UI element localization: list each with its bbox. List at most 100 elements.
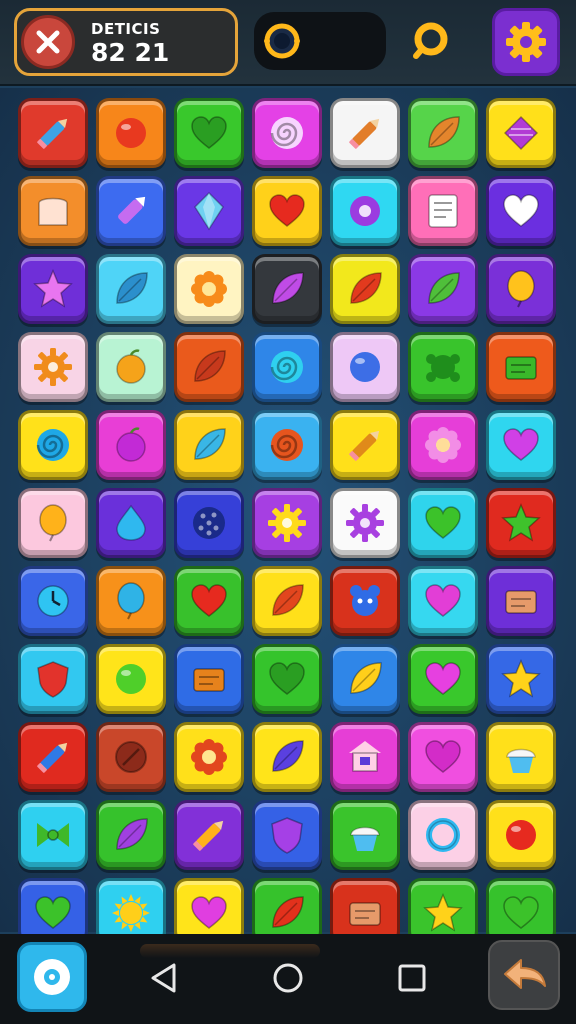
tile-white-pencil[interactable] [330, 98, 400, 168]
tile-yellow-leaf[interactable] [252, 566, 322, 636]
tile-magenta-swirl[interactable] [252, 98, 322, 168]
tile-red-bear[interactable] [330, 566, 400, 636]
star-icon [501, 503, 541, 542]
undo-button[interactable] [488, 940, 560, 1010]
star-icon [501, 659, 541, 698]
tile-cyan-leaf[interactable] [96, 254, 166, 324]
tile-purple-gear[interactable] [252, 488, 322, 558]
settings-button[interactable] [492, 8, 560, 76]
tile-yellow-swirl[interactable] [18, 410, 88, 480]
tile-blue-star[interactable] [486, 644, 556, 714]
balloon-icon [117, 582, 145, 620]
close-button[interactable] [21, 15, 75, 69]
tile-purple-star[interactable] [18, 254, 88, 324]
tile-pink-ring[interactable] [408, 800, 478, 870]
tile-cyan-bow[interactable] [18, 800, 88, 870]
tile-purple-gem[interactable] [174, 176, 244, 246]
tile-yellow-heart[interactable] [252, 176, 322, 246]
tile-yellow-ball[interactable] [486, 800, 556, 870]
tile-red-star[interactable] [486, 488, 556, 558]
home-circle-nav-icon[interactable] [268, 958, 308, 998]
swirl-icon [270, 351, 303, 383]
back-triangle-icon[interactable] [144, 958, 184, 998]
home-app-button[interactable] [17, 942, 87, 1012]
tile-blue-box[interactable] [174, 644, 244, 714]
tile-purple-box[interactable] [486, 566, 556, 636]
swirl-icon [270, 429, 303, 461]
tile-white-gear[interactable] [330, 488, 400, 558]
tile-dark-leaf[interactable] [252, 254, 322, 324]
tile-magenta-heart[interactable] [408, 722, 478, 792]
heart-icon [191, 584, 227, 617]
heart-icon [35, 896, 71, 929]
tile-pink-note[interactable] [408, 176, 478, 246]
recents-square-icon[interactable] [392, 958, 432, 998]
search-ring-icon[interactable] [406, 16, 456, 66]
tile-green-heart[interactable] [408, 644, 478, 714]
tile-green-leaf[interactable] [96, 800, 166, 870]
tile-orange-bread[interactable] [18, 176, 88, 246]
tile-yellow-leaf[interactable] [330, 254, 400, 324]
tile-green-heart[interactable] [174, 98, 244, 168]
tile-cyan-heart[interactable] [486, 410, 556, 480]
crayon-icon [118, 196, 146, 224]
tile-purple-leaf[interactable] [408, 254, 478, 324]
tile-yellow-leaf[interactable] [174, 410, 244, 480]
tile-pink-gear[interactable] [18, 332, 88, 402]
tile-green-splat[interactable] [408, 332, 478, 402]
box-icon [349, 902, 381, 926]
tile-lavender-ball[interactable] [330, 332, 400, 402]
tile-magenta-house[interactable] [330, 722, 400, 792]
flower-icon [191, 271, 227, 307]
tile-cyan-donut[interactable] [330, 176, 400, 246]
leaf-icon [428, 272, 460, 304]
tile-green-heart[interactable] [252, 644, 322, 714]
donut-icon [350, 196, 380, 226]
tile-cyan-heart[interactable] [408, 488, 478, 558]
tile-purple-pencil[interactable] [174, 800, 244, 870]
tile-magenta-flower[interactable] [408, 410, 478, 480]
tile-blue-shield[interactable] [252, 800, 322, 870]
tile-red-pencil[interactable] [18, 722, 88, 792]
heart-icon [269, 662, 305, 695]
tile-yellow-cupcake[interactable] [486, 722, 556, 792]
tile-pink-balloon[interactable] [18, 488, 88, 558]
tile-yellow-leaf[interactable] [252, 722, 322, 792]
tile-purple-drop[interactable] [96, 488, 166, 558]
tile-yellow-ball[interactable] [96, 644, 166, 714]
tile-blue-clock[interactable] [18, 566, 88, 636]
tile-green-cupcake[interactable] [330, 800, 400, 870]
tile-purple-balloon[interactable] [486, 254, 556, 324]
tile-purple-cookie[interactable] [174, 488, 244, 558]
tile-blue-leaf[interactable] [330, 644, 400, 714]
leaf-icon [272, 740, 304, 772]
ball-icon [116, 118, 146, 148]
tile-red-pencil[interactable] [18, 98, 88, 168]
swirl-icon [270, 117, 303, 149]
tile-yellow-flower[interactable] [174, 722, 244, 792]
tile-green-heart[interactable] [174, 566, 244, 636]
bear-icon [350, 585, 380, 616]
leaf-icon [350, 272, 382, 304]
tile-purple-heart[interactable] [486, 176, 556, 246]
tile-orange-balloon[interactable] [96, 566, 166, 636]
tile-blue-crayon[interactable] [96, 176, 166, 246]
tile-cyan-shield[interactable] [18, 644, 88, 714]
tile-orange-leaf[interactable] [174, 332, 244, 402]
tile-orange-box[interactable] [486, 332, 556, 402]
cog-panel[interactable] [254, 12, 386, 70]
tile-cyan-heart[interactable] [408, 566, 478, 636]
tile-blue-swirl[interactable] [252, 410, 322, 480]
sun-icon [112, 894, 150, 932]
tile-mint-apple[interactable] [96, 332, 166, 402]
box-icon [505, 356, 537, 380]
tile-green-leaf[interactable] [408, 98, 478, 168]
tile-orange-ball[interactable] [96, 98, 166, 168]
tile-cream-flower[interactable] [174, 254, 244, 324]
coin-icon [115, 741, 147, 773]
tile-blue-swirl[interactable] [252, 332, 322, 402]
tile-magenta-apple[interactable] [96, 410, 166, 480]
tile-yellow-candy[interactable] [486, 98, 556, 168]
tile-yellow-pencil[interactable] [330, 410, 400, 480]
tile-orange-coin[interactable] [96, 722, 166, 792]
